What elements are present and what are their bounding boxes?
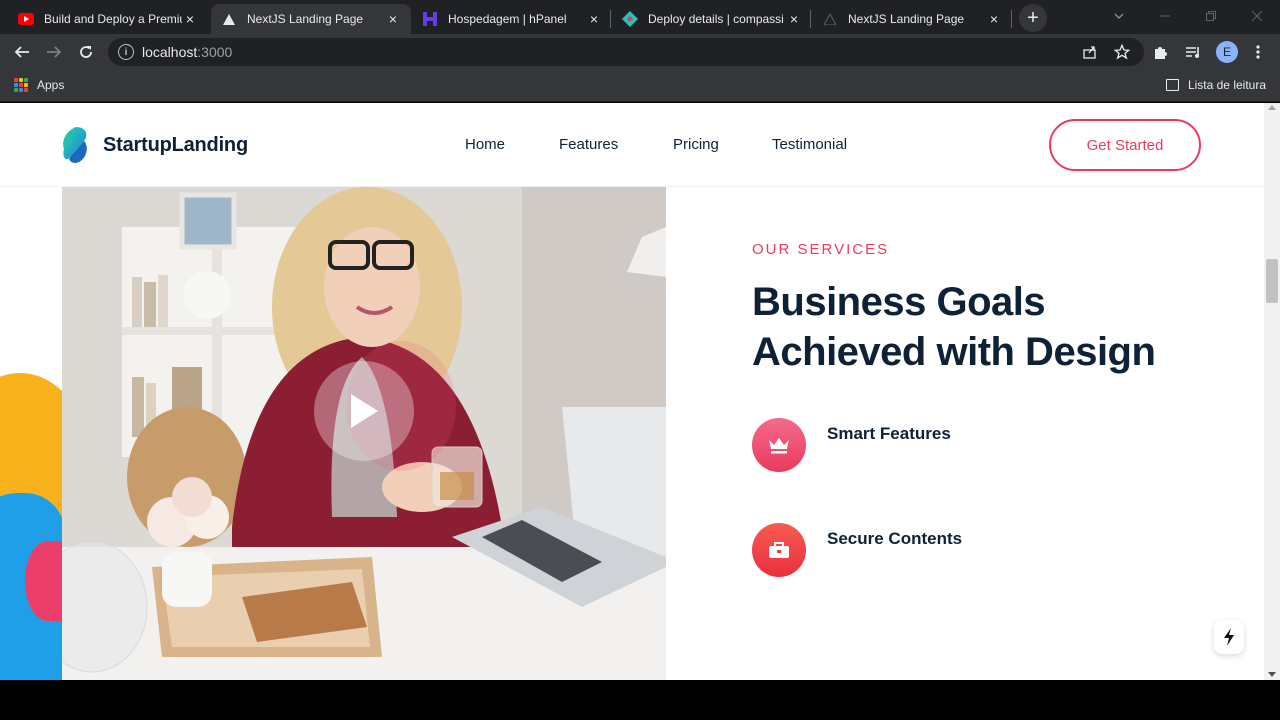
browser-tab-hpanel[interactable]: Hospedagem | hPanel × [412, 4, 612, 34]
restore-icon [1206, 11, 1216, 21]
nav-features[interactable]: Features [559, 136, 618, 153]
media-control-button[interactable] [1181, 40, 1205, 64]
menu-button[interactable] [1246, 40, 1270, 64]
logo-text: StartupLanding [103, 133, 248, 156]
close-icon[interactable]: × [786, 11, 802, 27]
browser-tab-bar: Build and Deploy a Premium × NextJS Land… [0, 0, 1280, 34]
heading-line-1: Business Goals [752, 280, 1046, 324]
scroll-down-arrow-icon[interactable] [1268, 672, 1276, 677]
browser-tab-nextjs-active[interactable]: NextJS Landing Page × [211, 4, 411, 34]
tab-title: NextJS Landing Page [247, 12, 364, 26]
crown-icon [752, 418, 806, 472]
puzzle-icon [1155, 47, 1167, 59]
tab-search-button[interactable] [1096, 0, 1142, 32]
extensions-button[interactable] [1149, 40, 1173, 64]
nextjs-icon [221, 11, 237, 27]
restore-button[interactable] [1188, 0, 1234, 32]
youtube-icon [18, 11, 34, 27]
arrow-right-icon [47, 46, 62, 58]
briefcase-icon [752, 523, 806, 577]
section-heading: Business Goals Achieved with Design [752, 277, 1212, 377]
reading-list-button[interactable]: Lista de leitura [1165, 78, 1266, 92]
nav-testimonial[interactable]: Testimonial [772, 136, 847, 153]
close-icon[interactable]: × [986, 11, 1002, 27]
close-icon[interactable]: × [586, 11, 602, 27]
kebab-menu-icon [1256, 45, 1260, 59]
lightning-icon [1224, 628, 1234, 646]
reading-list-icon [1165, 79, 1179, 91]
hostinger-icon [422, 11, 438, 27]
tab-title: Deploy details | compassi [648, 12, 784, 26]
minimize-button[interactable] [1142, 0, 1188, 32]
scrollbar-thumb[interactable] [1266, 259, 1278, 303]
reload-button[interactable] [74, 40, 98, 64]
tab-separator [1011, 10, 1012, 28]
star-icon [1114, 44, 1130, 60]
window-close-button[interactable] [1234, 0, 1280, 32]
play-video-button[interactable] [314, 361, 414, 461]
tab-title: Hospedagem | hPanel [448, 12, 567, 26]
get-started-button[interactable]: Get Started [1049, 119, 1201, 171]
feature-item-smart: Smart Features [752, 418, 951, 472]
browser-toolbar: i localhost:3000 [0, 34, 1280, 70]
tab-title: NextJS Landing Page [848, 12, 965, 26]
tab-separator [810, 10, 811, 28]
url-port: :3000 [197, 44, 233, 60]
logo-mark-icon [63, 127, 87, 163]
back-button[interactable] [10, 40, 34, 64]
browser-tab-netlify[interactable]: Deploy details | compassi × [612, 4, 812, 34]
heading-line-2: Achieved with Design [752, 330, 1156, 374]
forward-button[interactable] [42, 40, 66, 64]
nextjs-dev-indicator[interactable] [1214, 620, 1244, 654]
minimize-icon [1160, 15, 1170, 17]
playlist-icon [1186, 47, 1199, 58]
site-logo[interactable]: StartupLanding [62, 127, 248, 163]
info-icon[interactable]: i [118, 44, 134, 60]
services-eyebrow-wrap: OUR SERVICES [752, 241, 889, 258]
netlify-icon [622, 11, 638, 27]
feature-title: Smart Features [827, 424, 951, 443]
scroll-up-arrow-icon[interactable] [1268, 105, 1276, 110]
feature-item-secure: Secure Contents [752, 523, 962, 577]
site-header: StartupLanding Home Features Pricing Tes… [0, 103, 1264, 187]
share-icon [1083, 46, 1096, 59]
feature-title: Secure Contents [827, 529, 963, 548]
nextjs-icon [822, 11, 838, 27]
tab-separator [610, 10, 611, 28]
apps-grid-icon [14, 78, 28, 92]
new-tab-button[interactable]: + [1019, 4, 1047, 32]
reload-icon [80, 46, 92, 58]
reading-list-label: Lista de leitura [1187, 78, 1266, 92]
apps-shortcut[interactable]: Apps [14, 78, 64, 92]
page-viewport: StartupLanding Home Features Pricing Tes… [0, 103, 1264, 680]
arrow-left-icon [14, 46, 29, 58]
close-icon[interactable]: × [385, 11, 401, 27]
chevron-down-icon [1114, 13, 1124, 19]
nav-home[interactable]: Home [465, 136, 505, 153]
apps-label: Apps [37, 78, 65, 92]
screen-bottom-bar [0, 680, 1280, 720]
bookmarks-bar: Apps Lista de leitura [0, 70, 1280, 102]
close-icon [1252, 11, 1262, 21]
play-icon [351, 394, 378, 428]
bookmark-star-button[interactable] [1110, 40, 1134, 64]
page-scrollbar[interactable] [1264, 103, 1280, 680]
nav-pricing[interactable]: Pricing [673, 136, 719, 153]
section-eyebrow: OUR SERVICES [752, 241, 890, 258]
browser-tab-youtube[interactable]: Build and Deploy a Premium × [8, 4, 208, 34]
close-icon[interactable]: × [182, 11, 198, 27]
url-host: localhost [142, 44, 198, 60]
browser-tab-nextjs-2[interactable]: NextJS Landing Page × [812, 4, 1012, 34]
share-button[interactable] [1078, 40, 1102, 64]
address-bar[interactable]: i localhost:3000 [108, 38, 1144, 66]
profile-avatar[interactable]: E [1216, 41, 1238, 63]
tab-title: Build and Deploy a Premium [44, 12, 182, 26]
